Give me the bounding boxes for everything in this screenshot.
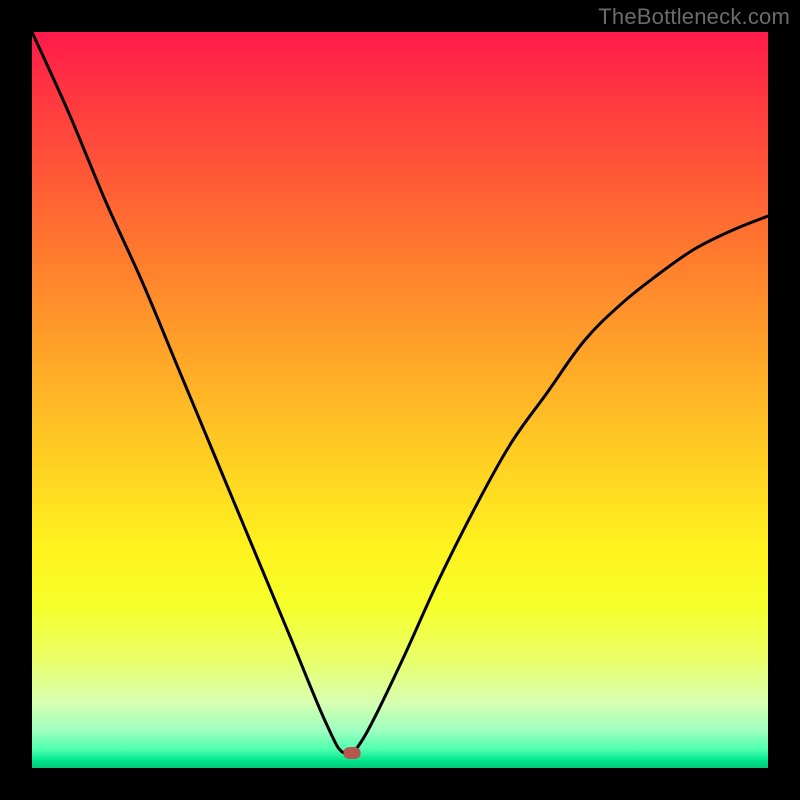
chart-frame: TheBottleneck.com <box>0 0 800 800</box>
bottleneck-curve <box>32 32 768 768</box>
watermark-text: TheBottleneck.com <box>598 4 790 30</box>
plot-area <box>32 32 768 768</box>
minimum-marker <box>344 747 361 759</box>
